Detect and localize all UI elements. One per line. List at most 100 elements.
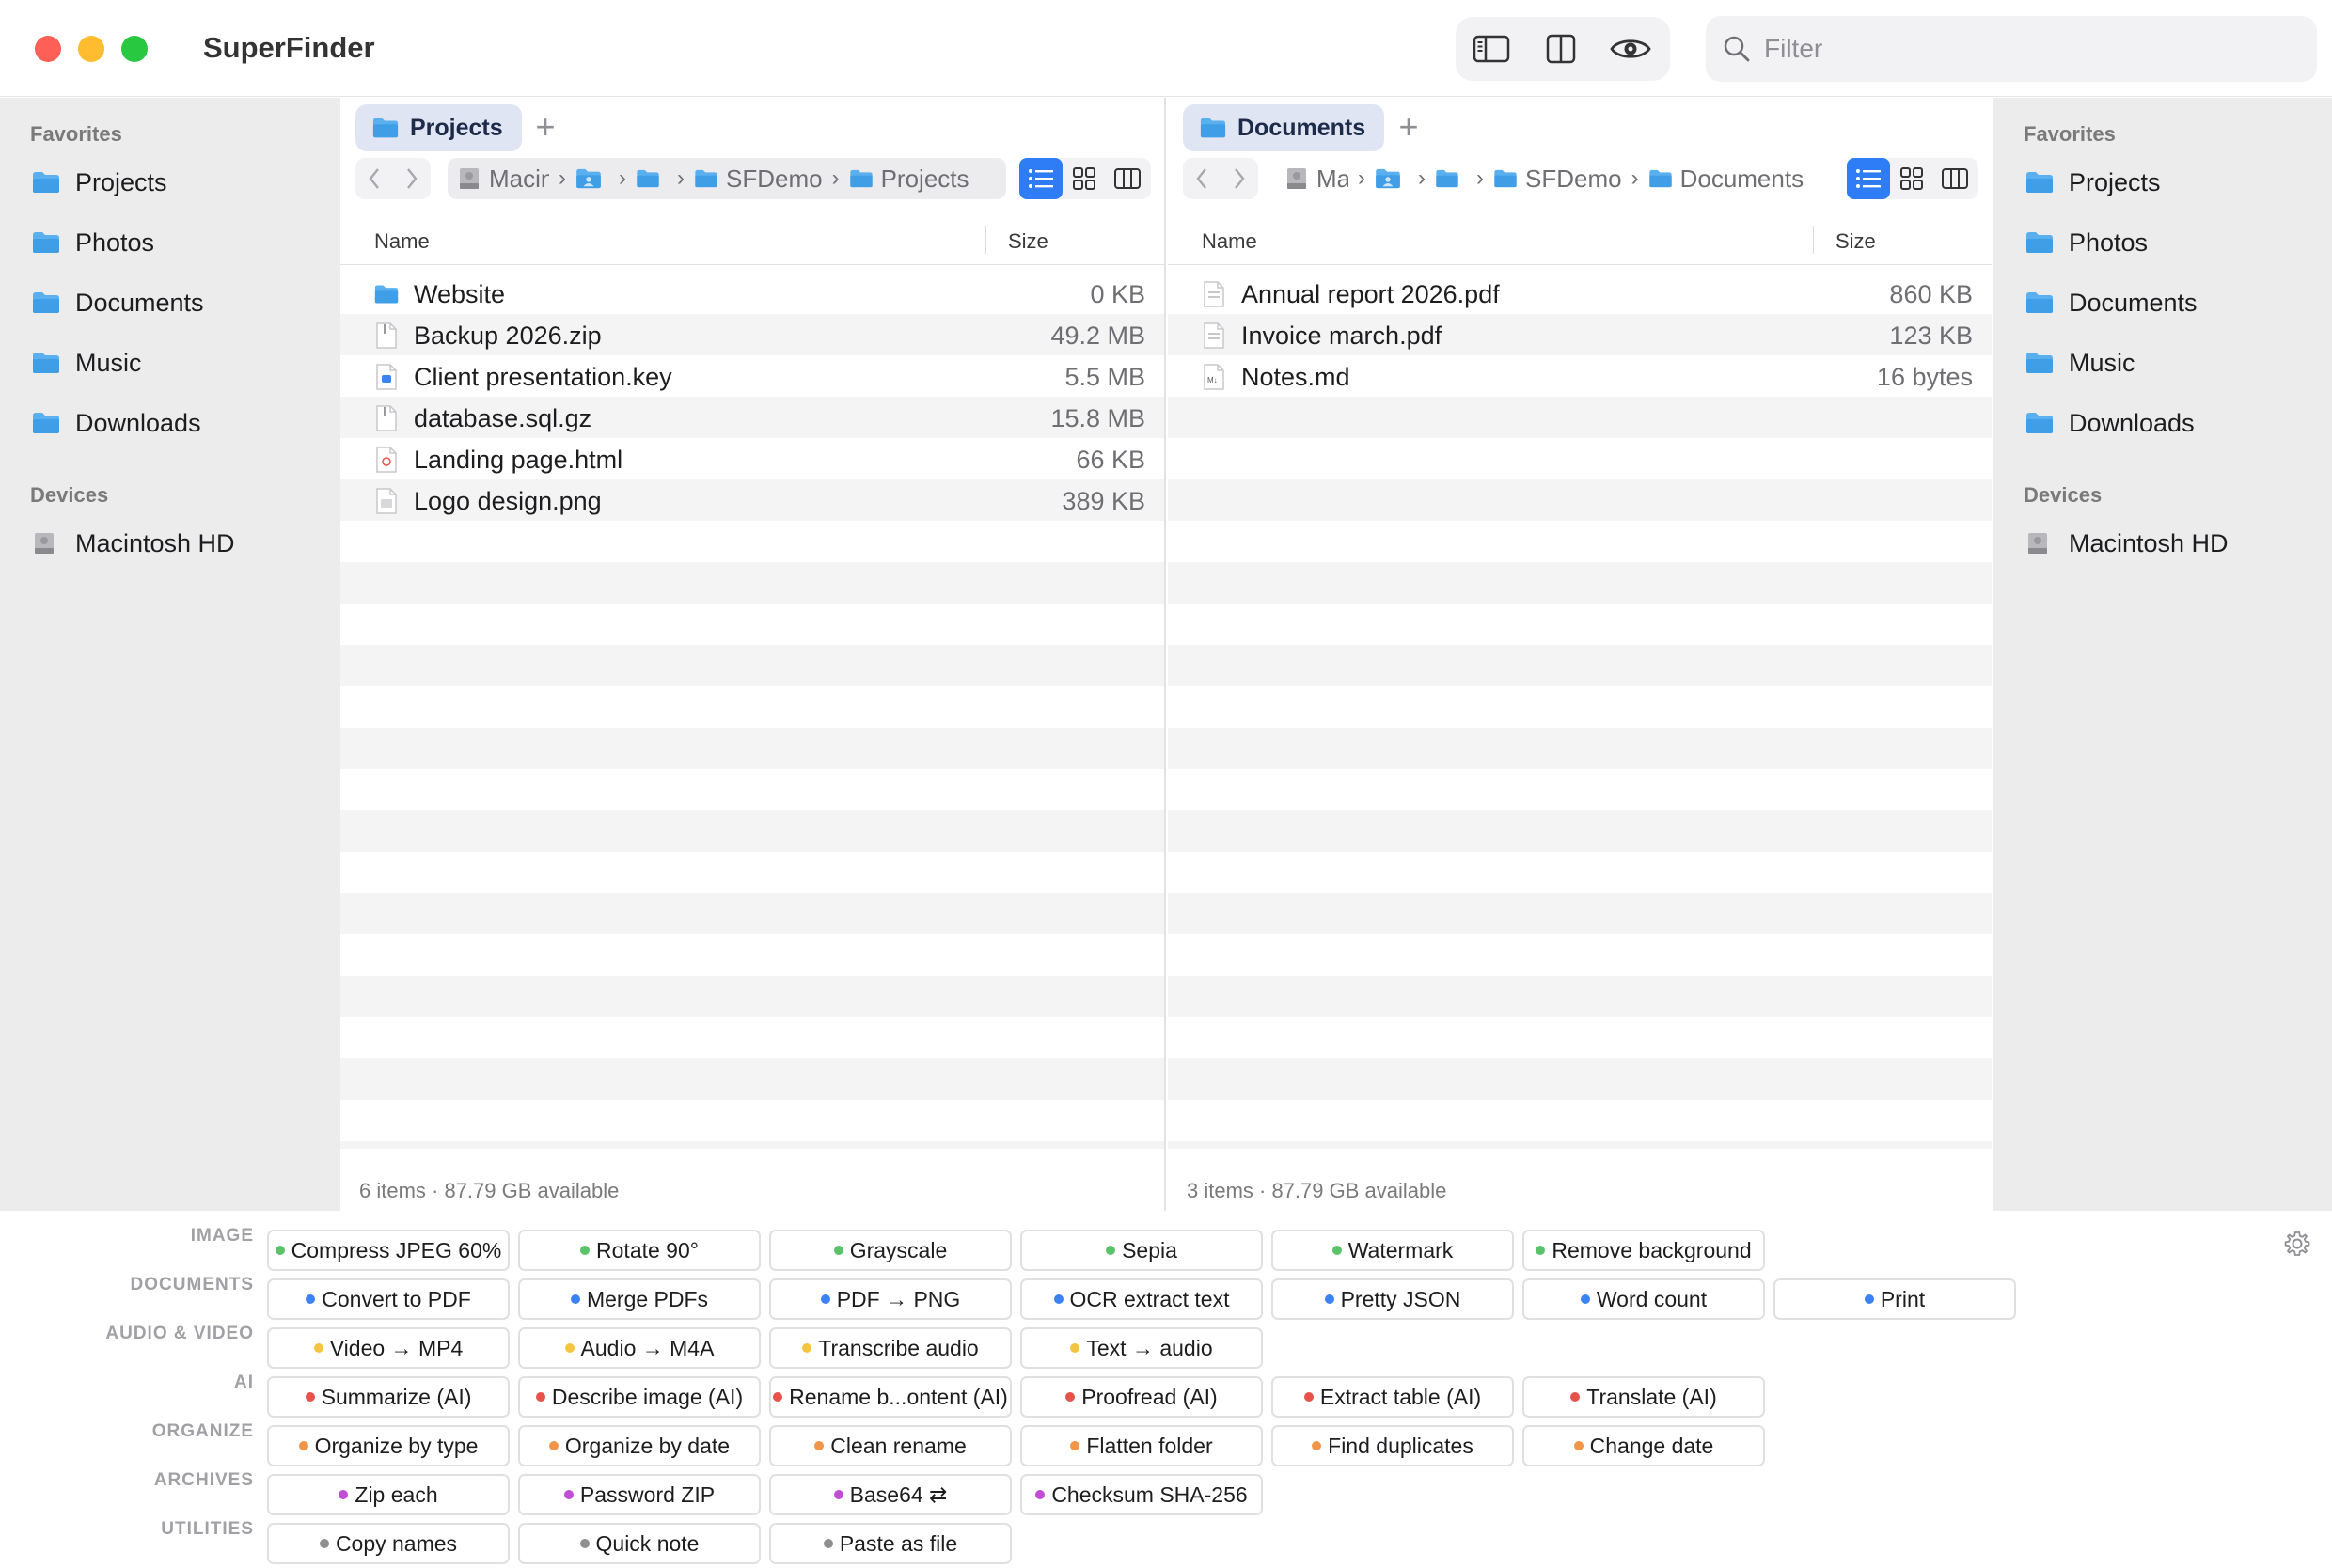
action-button[interactable]: Zip each <box>267 1474 510 1515</box>
sidebar-item-downloads[interactable]: Downloads <box>2025 400 2195 447</box>
size-column-header[interactable]: Size <box>1008 229 1048 254</box>
column-divider[interactable] <box>985 226 986 254</box>
sidebar-item-projects[interactable]: Projects <box>2025 159 2161 206</box>
sidebar-item-music[interactable]: Music <box>2025 339 2135 386</box>
sidebar-item-photos[interactable]: Photos <box>32 219 154 266</box>
forward-button[interactable] <box>1221 158 1258 199</box>
breadcrumb-item-user[interactable] <box>575 168 609 189</box>
file-row[interactable]: Website 0 KB <box>340 273 1164 314</box>
action-button[interactable]: Transcribe audio <box>769 1327 1012 1369</box>
action-button[interactable]: Remove background <box>1522 1230 1765 1271</box>
action-button[interactable]: Change date <box>1522 1425 1765 1466</box>
action-button[interactable]: Base64 ⇄ <box>769 1474 1012 1515</box>
filter-search-box[interactable] <box>1706 16 2317 82</box>
action-button[interactable]: Pretty JSON <box>1271 1278 1514 1320</box>
action-button[interactable]: Checksum SHA-256 <box>1020 1474 1263 1515</box>
sidebar-item-photos[interactable]: Photos <box>2025 219 2148 266</box>
grid-view-button[interactable] <box>1063 158 1106 199</box>
action-button[interactable]: Compress JPEG 60% <box>267 1230 510 1271</box>
breadcrumb-item-folder[interactable] <box>636 169 668 188</box>
tab-projects[interactable]: Projects <box>355 104 522 151</box>
breadcrumb-item-current[interactable]: Documents <box>1648 165 1804 194</box>
file-row[interactable]: database.sql.gz 15.8 MB <box>340 397 1164 438</box>
list-view-button[interactable] <box>1019 158 1063 199</box>
size-column-header[interactable]: Size <box>1836 229 1876 254</box>
close-window-button[interactable] <box>35 36 61 62</box>
action-button[interactable]: Copy names <box>267 1523 510 1564</box>
action-button[interactable]: Password ZIP <box>518 1474 761 1515</box>
grid-view-button[interactable] <box>1890 158 1933 199</box>
file-row[interactable]: Landing page.html 66 KB <box>340 438 1164 479</box>
toggle-dual-pane-button[interactable] <box>1538 28 1584 70</box>
action-button[interactable]: Flatten folder <box>1020 1425 1263 1466</box>
file-row[interactable]: M↓ Notes.md 16 bytes <box>1168 355 1992 397</box>
action-button[interactable]: Summarize (AI) <box>267 1376 510 1418</box>
action-button[interactable]: Merge PDFs <box>518 1278 761 1320</box>
file-row[interactable]: Client presentation.key 5.5 MB <box>340 355 1164 397</box>
action-button[interactable]: Paste as file <box>769 1523 1012 1564</box>
zoom-window-button[interactable] <box>121 36 148 62</box>
toggle-sidebar-button[interactable] <box>1469 28 1514 70</box>
list-view-button[interactable] <box>1847 158 1890 199</box>
action-button[interactable]: Proofread (AI) <box>1020 1376 1263 1418</box>
category-dot-icon <box>1065 1392 1076 1402</box>
name-column-header[interactable]: Name <box>1202 229 1257 254</box>
minimize-window-button[interactable] <box>78 36 104 62</box>
tab-documents[interactable]: Documents <box>1183 104 1385 151</box>
breadcrumb-item-drive[interactable]: Macin <box>457 165 549 194</box>
action-button[interactable]: Rotate 90° <box>518 1230 761 1271</box>
action-button[interactable]: Translate (AI) <box>1522 1376 1765 1418</box>
action-label: Proofread (AI) <box>1081 1384 1218 1409</box>
action-button[interactable]: Organize by date <box>518 1425 761 1466</box>
sidebar-item-downloads[interactable]: Downloads <box>32 400 201 447</box>
sidebar-item-documents[interactable]: Documents <box>2025 279 2198 326</box>
action-button[interactable]: Extract table (AI) <box>1271 1376 1514 1418</box>
breadcrumb-item-drive[interactable]: Ma <box>1284 165 1348 194</box>
title-bar: SuperFinder <box>0 0 2332 97</box>
action-button[interactable]: Print <box>1773 1278 2016 1320</box>
breadcrumb-item-current[interactable]: Projects <box>849 165 969 194</box>
gear-icon[interactable] <box>2283 1230 2311 1258</box>
action-label: Clean rename <box>830 1433 967 1458</box>
file-row[interactable]: Invoice march.pdf 123 KB <box>1168 314 1992 355</box>
breadcrumb-item-folder[interactable] <box>1435 169 1467 188</box>
action-button[interactable]: Grayscale <box>769 1230 1012 1271</box>
action-button[interactable]: Watermark <box>1271 1230 1514 1271</box>
breadcrumb-item-sfdemo[interactable]: SFDemo <box>1493 165 1622 194</box>
action-button[interactable]: Quick note <box>518 1523 761 1564</box>
action-button[interactable]: Sepia <box>1020 1230 1263 1271</box>
back-button[interactable] <box>355 158 393 199</box>
forward-button[interactable] <box>393 158 431 199</box>
sidebar-item-projects[interactable]: Projects <box>32 159 167 206</box>
action-button[interactable]: Audio → M4A <box>518 1327 761 1369</box>
action-button[interactable]: Text → audio <box>1020 1327 1263 1369</box>
column-view-button[interactable] <box>1106 158 1149 199</box>
new-tab-button[interactable]: + <box>1390 105 1427 149</box>
action-button[interactable]: Find duplicates <box>1271 1425 1514 1466</box>
action-button[interactable]: Word count <box>1522 1278 1765 1320</box>
sidebar-item-music[interactable]: Music <box>32 339 142 386</box>
new-tab-button[interactable]: + <box>527 105 564 149</box>
action-button[interactable]: PDF → PNG <box>769 1278 1012 1320</box>
filter-input[interactable] <box>1764 31 2291 67</box>
sidebar-item-documents[interactable]: Documents <box>32 279 204 326</box>
toggle-preview-button[interactable] <box>1608 28 1653 70</box>
sidebar-item-macintosh-hd[interactable]: Macintosh HD <box>32 520 235 567</box>
column-divider[interactable] <box>1813 226 1814 254</box>
action-button[interactable]: Organize by type <box>267 1425 510 1466</box>
back-button[interactable] <box>1183 158 1221 199</box>
column-view-button[interactable] <box>1933 158 1977 199</box>
breadcrumb-item-sfdemo[interactable]: SFDemo <box>694 165 823 194</box>
action-button[interactable]: OCR extract text <box>1020 1278 1263 1320</box>
action-button[interactable]: Video → MP4 <box>267 1327 510 1369</box>
file-row[interactable]: Backup 2026.zip 49.2 MB <box>340 314 1164 355</box>
action-button[interactable]: Describe image (AI) <box>518 1376 761 1418</box>
action-button[interactable]: Convert to PDF <box>267 1278 510 1320</box>
file-row[interactable]: Annual report 2026.pdf 860 KB <box>1168 273 1992 314</box>
name-column-header[interactable]: Name <box>374 229 430 254</box>
breadcrumb-item-user[interactable] <box>1375 168 1409 189</box>
action-button[interactable]: Clean rename <box>769 1425 1012 1466</box>
file-row[interactable]: Logo design.png 389 KB <box>340 479 1164 521</box>
action-button[interactable]: Rename b...ontent (AI) <box>769 1376 1012 1418</box>
sidebar-item-macintosh-hd[interactable]: Macintosh HD <box>2025 520 2229 567</box>
